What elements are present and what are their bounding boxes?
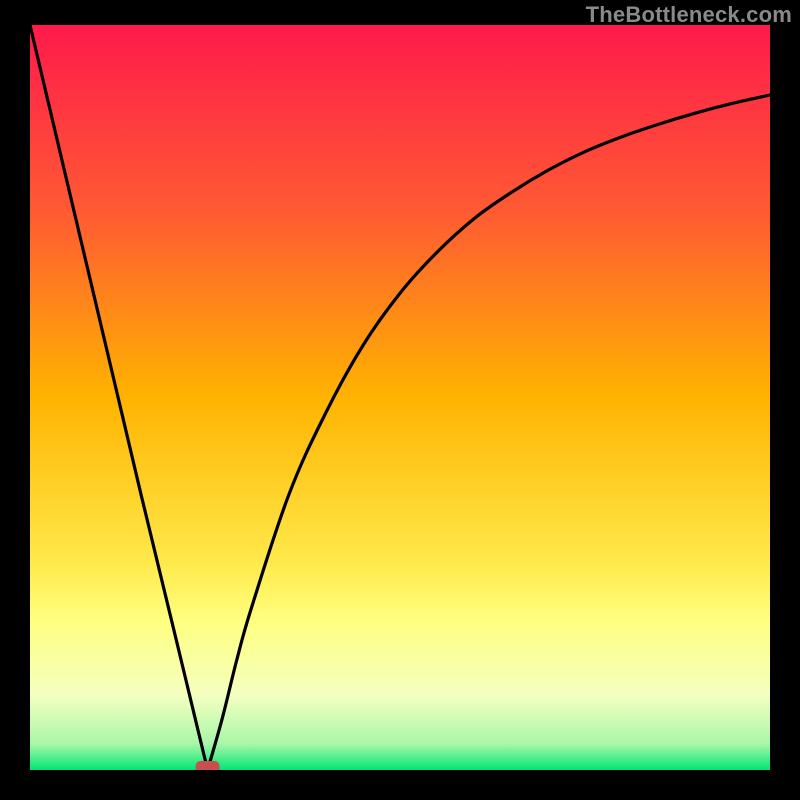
- gradient-background: [30, 25, 770, 770]
- minimum-marker: [196, 761, 220, 770]
- chart-frame: [30, 25, 770, 770]
- watermark-text: TheBottleneck.com: [586, 2, 792, 28]
- bottleneck-chart: [30, 25, 770, 770]
